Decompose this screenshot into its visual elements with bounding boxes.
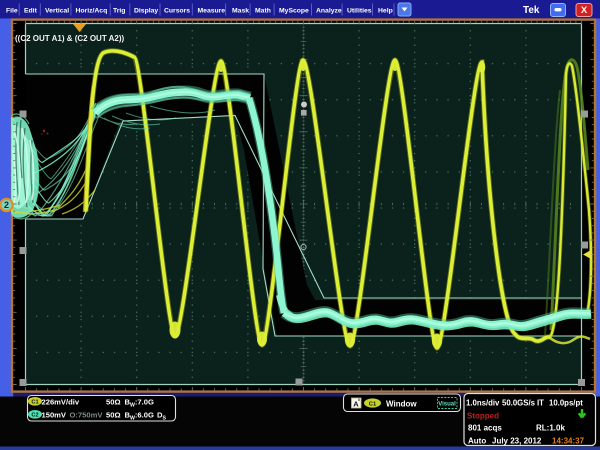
svg-text:Utilities: Utilities	[347, 8, 372, 15]
svg-text:10.0ps/pt: 10.0ps/pt	[549, 398, 583, 407]
svg-text:O:750mV: O:750mV	[70, 410, 104, 419]
svg-text:July 23, 2012: July 23, 2012	[492, 436, 542, 445]
svg-text:14:34:37: 14:34:37	[552, 436, 585, 445]
svg-text:((C2 OUT A1) & (C2 OUT A2)): ((C2 OUT A1) & (C2 OUT A2))	[15, 34, 125, 43]
svg-text:Stopped: Stopped	[467, 411, 499, 420]
svg-text:Measure: Measure	[198, 8, 226, 15]
svg-text:Math: Math	[255, 8, 271, 15]
svg-text:Analyze: Analyze	[316, 8, 342, 15]
svg-text:Cursors: Cursors	[164, 8, 190, 15]
svg-text:Horiz/Acq: Horiz/Acq	[76, 8, 108, 15]
svg-text:X: X	[581, 5, 588, 16]
svg-text:Help: Help	[378, 8, 393, 15]
svg-text:Edit: Edit	[24, 8, 38, 15]
svg-text:50Ω: 50Ω	[106, 410, 121, 419]
svg-text:50Ω: 50Ω	[106, 397, 121, 406]
svg-text:Mask: Mask	[232, 8, 249, 15]
svg-text:2: 2	[4, 200, 9, 210]
svg-text:Auto: Auto	[468, 436, 486, 445]
svg-text:Vertical: Vertical	[45, 8, 69, 15]
svg-text:C1: C1	[31, 400, 38, 406]
svg-text:File: File	[6, 8, 18, 15]
svg-text:A: A	[353, 400, 359, 409]
svg-text:RL:1.0k: RL:1.0k	[536, 424, 565, 433]
svg-text:50.0GS/s: 50.0GS/s	[502, 398, 536, 407]
svg-text:Display: Display	[134, 8, 158, 15]
svg-text:Tek: Tek	[523, 5, 540, 16]
svg-text:Window: Window	[386, 399, 417, 408]
svg-text:Trig: Trig	[113, 8, 125, 15]
svg-text:C2: C2	[31, 413, 38, 419]
svg-text:MyScope: MyScope	[279, 8, 309, 15]
svg-text:IT: IT	[537, 398, 544, 407]
svg-text:Visual: Visual	[438, 402, 456, 408]
svg-text:801 acqs: 801 acqs	[468, 424, 502, 433]
svg-text:226mV/div: 226mV/div	[42, 397, 80, 406]
svg-text:150mV: 150mV	[42, 410, 67, 419]
svg-text:C1: C1	[369, 401, 377, 407]
svg-text:1.0ns/div: 1.0ns/div	[466, 398, 500, 407]
